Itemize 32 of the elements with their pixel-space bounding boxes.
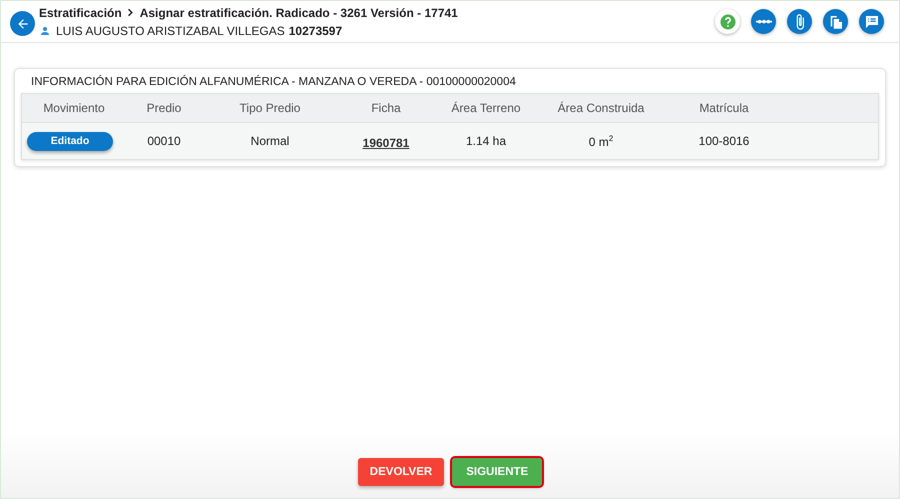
comments-button[interactable] (859, 9, 884, 34)
help-button[interactable] (715, 9, 740, 34)
table-cell-text: 1.14 ha (464, 134, 508, 148)
table-cell-text: Normal (250, 134, 290, 148)
card-title: INFORMACIÓN PARA EDICIÓN ALFANUMÉRICA - MANZANA O VEREDA - 00100000020004 (30, 74, 517, 90)
column-header: Matrícula (698, 101, 750, 115)
return-button[interactable]: DEVOLVER (358, 458, 444, 486)
help-icon (718, 12, 736, 30)
table-cell-text: 100-8016 (698, 134, 750, 148)
column-header: Tipo Predio (238, 101, 302, 115)
user-name: LUIS AUGUSTO ARISTIZABAL VILLEGAS (56, 24, 285, 38)
page-title: Asignar estratificación. Radicado - 3261 Versión - 17741 (140, 6, 458, 20)
arrow-left-icon (16, 16, 30, 30)
documents-button[interactable] (823, 9, 848, 34)
attachment-button[interactable] (787, 9, 812, 34)
user-id: 10273597 (288, 24, 342, 38)
back-button[interactable] (10, 11, 35, 36)
dotted-line-icon (756, 18, 772, 24)
table-link[interactable]: 1960781 (362, 136, 410, 150)
column-header: Movimiento (42, 101, 106, 115)
column-header: Área Terreno (450, 101, 522, 115)
column-header: Área Construida (556, 101, 646, 115)
status-badge[interactable]: Editado (27, 132, 113, 150)
table-cell-text: 00010 (146, 134, 182, 148)
table-cell-text: 0 m$^{2}$ (588, 134, 614, 148)
chevron-icon (126, 8, 135, 17)
person-icon (39, 24, 51, 36)
next-button[interactable]: SIGUIENTE (452, 458, 542, 486)
column-header: Ficha (370, 101, 402, 115)
timeline-button[interactable] (751, 9, 776, 34)
column-header: Predio (146, 101, 182, 115)
breadcrumb-link[interactable]: Estratificación (39, 6, 122, 20)
